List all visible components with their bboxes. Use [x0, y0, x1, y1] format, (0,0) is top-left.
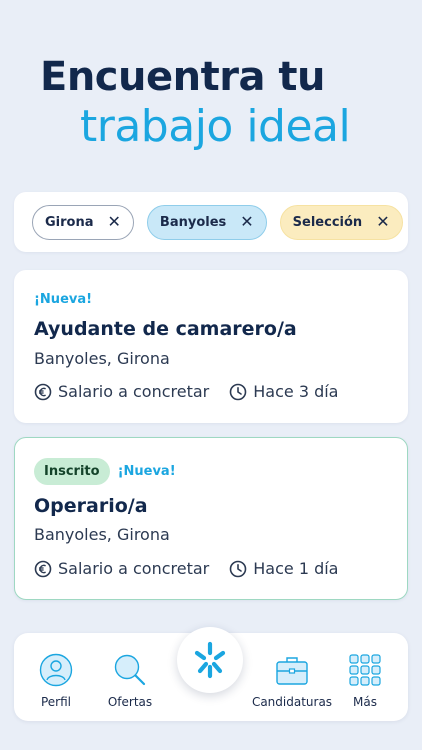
close-icon[interactable]: ✕ — [376, 214, 389, 230]
close-icon[interactable]: ✕ — [108, 214, 121, 230]
job-location: Banyoles, Girona — [34, 349, 170, 368]
user-icon — [39, 653, 73, 687]
sparkle-logo-icon — [194, 641, 226, 679]
job-card[interactable]: ¡Nueva! Ayudante de camarero/a Banyoles,… — [14, 270, 408, 423]
grid-icon — [349, 654, 381, 686]
new-tag: ¡Nueva! — [117, 464, 176, 479]
job-card-applied[interactable]: Inscrito ¡Nueva! Operario/a Banyoles, Gi… — [14, 437, 408, 600]
search-icon — [114, 654, 146, 686]
clock-icon — [229, 383, 247, 400]
job-tags: Inscrito ¡Nueva! — [34, 458, 176, 485]
job-posted: Hace 3 día — [253, 382, 339, 401]
job-salary: Salario a concretar — [58, 382, 210, 401]
applied-badge: Inscrito — [34, 458, 110, 485]
nav-item-offers[interactable]: Ofertas — [85, 653, 175, 709]
nav-label-more: Más — [353, 695, 377, 709]
close-icon[interactable]: ✕ — [240, 214, 253, 230]
new-tag: ¡Nueva! — [34, 292, 93, 307]
filter-chip-label: Girona — [45, 214, 94, 230]
filter-chip-label: Selección — [292, 214, 363, 230]
job-meta: Salario a concretar Hace 1 día — [34, 559, 338, 578]
filter-chip-seleccion[interactable]: Selección ✕ — [279, 204, 403, 240]
job-posted: Hace 1 día — [253, 559, 339, 578]
filter-chip-girona[interactable]: Girona ✕ — [32, 204, 134, 240]
job-title: Operario/a — [34, 495, 148, 517]
hero-heading: Encuentra tu trabajo ideal — [40, 52, 410, 152]
job-meta: Salario a concretar Hace 3 día — [34, 382, 338, 401]
euro-icon — [34, 560, 52, 577]
home-fab-button[interactable] — [177, 627, 243, 693]
nav-label-offers: Ofertas — [107, 695, 153, 709]
briefcase-icon — [276, 657, 308, 685]
job-salary: Salario a concretar — [58, 559, 210, 578]
filter-chip-label: Banyoles — [159, 214, 227, 230]
hero-line-1: Encuentra tu — [40, 54, 325, 100]
job-location: Banyoles, Girona — [34, 525, 170, 544]
hero-line-2: trabajo ideal — [80, 101, 351, 152]
clock-icon — [229, 560, 247, 577]
bottom-nav: Perfil Ofertas Candidaturas Más — [14, 627, 410, 721]
nav-label-profile: Perfil — [40, 695, 72, 709]
job-title: Ayudante de camarero/a — [34, 318, 297, 340]
filter-chip-banyoles[interactable]: Banyoles ✕ — [146, 204, 267, 240]
euro-icon — [34, 383, 52, 400]
filter-bar: Girona ✕ Banyoles ✕ Selección ✕ — [14, 192, 408, 252]
nav-item-more[interactable]: Más — [320, 653, 410, 709]
